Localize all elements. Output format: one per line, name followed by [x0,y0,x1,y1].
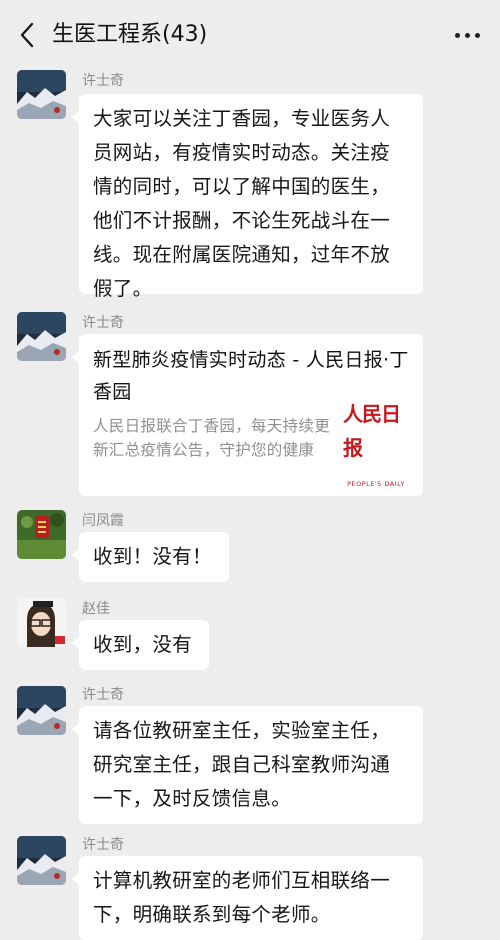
message-bubble[interactable]: 收到，没有 [72,620,209,670]
link-card-thumbnail: 人民日报 PEOPLE'S DAILY [343,402,409,488]
message-bubble[interactable]: 大家可以关注丁香园，专业医务人员网站，有疫情实时动态。关注疫情的同时，可以了解中… [72,94,423,300]
avatar-green-image [17,510,66,559]
sender-name: 赵佳 [82,601,110,617]
chat-title: 生医工程系(43) [52,22,208,47]
sender-name: 许士奇 [82,73,124,89]
sender-name: 许士奇 [82,837,124,853]
avatar[interactable] [17,686,66,735]
sender-name: 许士奇 [82,315,124,331]
thumbnail-logo: 人民日报 [343,402,401,460]
chat-header: 生医工程系(43) [0,0,500,68]
message-bubble[interactable]: 请各位教研室主任，实验室主任，研究室主任，跟自己科室教师沟通一下，及时反馈信息。 [72,706,423,824]
more-dots-icon [454,32,460,38]
more-button[interactable] [450,22,484,48]
message-text: 大家可以关注丁香园，专业医务人员网站，有疫情实时动态。关注疫情的同时，可以了解中… [93,107,391,300]
avatar-mountain-image [17,686,66,735]
message-bubble[interactable]: 计算机教研室的老师们互相联络一下，明确联系到每个老师。 [72,856,423,940]
back-button[interactable] [12,18,42,52]
avatar-mountain-image [17,836,66,885]
avatar[interactable] [17,312,66,361]
chevron-left-icon [20,22,34,48]
avatar-cartoon-image [17,598,66,647]
avatar[interactable] [17,836,66,885]
message-bubble[interactable]: 收到！没有！ [72,532,229,582]
message-text: 计算机教研室的老师们互相联络一下，明确联系到每个老师。 [93,869,391,926]
avatar[interactable] [17,598,66,647]
sender-name: 闫凤霞 [82,513,124,529]
link-card[interactable]: 新型肺炎疫情实时动态 - 人民日报·丁香园 人民日报联合丁香园，每天持续更新汇总… [72,334,423,496]
avatar[interactable] [17,70,66,119]
thumbnail-subtitle: PEOPLE'S DAILY [347,480,405,488]
message-text: 收到！没有！ [93,545,212,568]
link-card-description: 人民日报联合丁香园，每天持续更新汇总疫情公告，守护您的健康 [93,417,331,459]
sender-name: 许士奇 [82,687,124,703]
avatar-mountain-image [17,70,66,119]
message-text: 收到，没有 [93,633,193,656]
message-text: 请各位教研室主任，实验室主任，研究室主任，跟自己科室教师沟通一下，及时反馈信息。 [93,719,391,810]
avatar[interactable] [17,510,66,559]
avatar-mountain-image [17,312,66,361]
